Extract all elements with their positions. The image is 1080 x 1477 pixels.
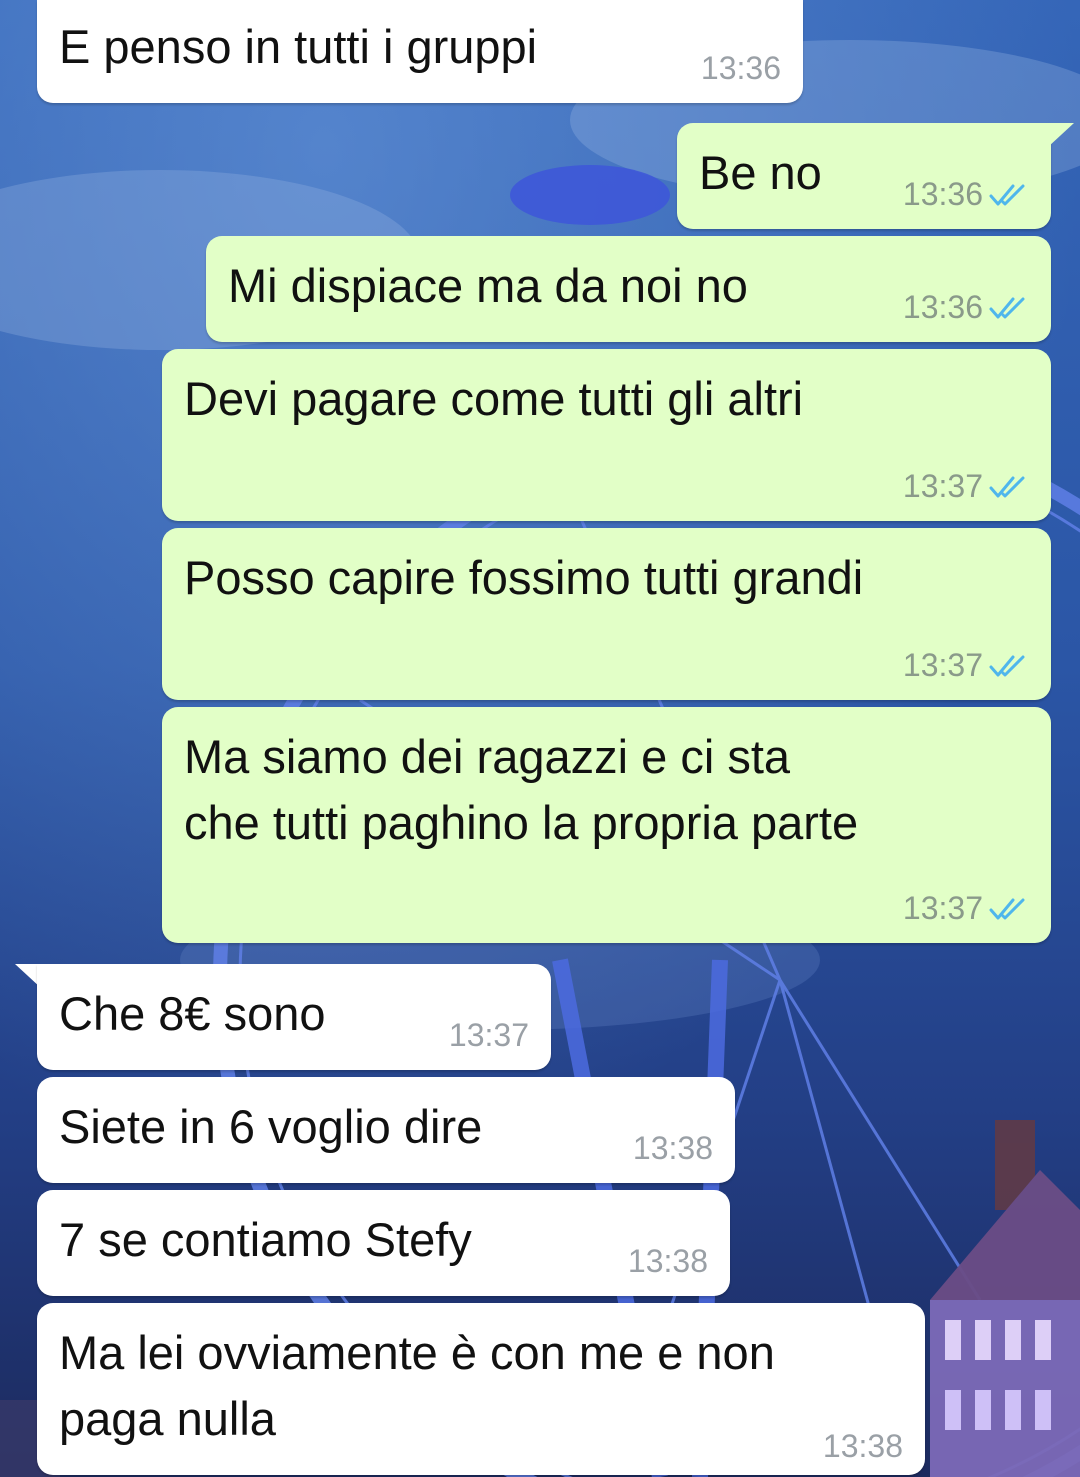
message-meta: 13:38 [628, 1243, 708, 1280]
message-timestamp: 13:38 [822, 1428, 903, 1464]
message-timestamp: 13:37 [902, 468, 983, 504]
message-timestamp: 13:37 [902, 647, 983, 683]
message-timestamp: 13:36 [902, 289, 983, 325]
message-bubble-outgoing[interactable]: Posso capire fossimo tutti grandi 13:37 [162, 528, 1051, 700]
message-meta: 13:36 [903, 176, 1029, 213]
message-meta: 13:37 [903, 890, 1029, 927]
double-check-icon [989, 297, 1025, 318]
message-timestamp: 13:37 [902, 890, 983, 926]
message-bubble-outgoing[interactable]: Ma siamo dei ragazzi e ci sta che tutti … [162, 707, 1051, 943]
message-meta: 13:38 [633, 1130, 713, 1167]
message-bubble-incoming[interactable]: 7 se contiamo Stefy 13:38 [37, 1190, 730, 1296]
message-text: E penso in tutti i gruppi [59, 20, 538, 73]
message-bubble-outgoing[interactable]: Mi dispiace ma da noi no 13:36 [206, 236, 1051, 342]
bubble-tail [1048, 123, 1074, 147]
message-text: Che 8€ sono [59, 987, 326, 1040]
message-timestamp: 13:38 [632, 1130, 713, 1166]
message-text: Devi pagare come tutti gli altri [184, 372, 804, 425]
chat-message-list[interactable]: E penso in tutti i gruppi 13:36 Be no 13… [0, 0, 1080, 1477]
message-bubble-outgoing[interactable]: Devi pagare come tutti gli altri 13:37 [162, 349, 1051, 521]
message-meta: 13:37 [903, 647, 1029, 684]
double-check-icon [989, 898, 1025, 919]
message-text: Posso capire fossimo tutti grandi [184, 551, 864, 604]
message-bubble-outgoing[interactable]: Be no 13:36 [677, 123, 1051, 229]
double-check-icon [989, 184, 1025, 205]
message-meta: 13:37 [903, 468, 1029, 505]
message-bubble-incoming[interactable]: E penso in tutti i gruppi 13:36 [37, 0, 803, 103]
message-meta: 13:37 [449, 1017, 529, 1054]
message-text: Mi dispiace ma da noi no [228, 259, 748, 312]
message-bubble-incoming[interactable]: Ma lei ovviamente è con me e non paga nu… [37, 1303, 925, 1475]
message-meta: 13:36 [701, 50, 781, 87]
message-text: Siete in 6 voglio dire [59, 1100, 483, 1153]
message-timestamp: 13:36 [700, 50, 781, 86]
message-text: Ma lei ovviamente è con me e non paga nu… [59, 1326, 775, 1445]
double-check-icon [989, 476, 1025, 497]
message-text: Ma siamo dei ragazzi e ci sta che tutti … [184, 730, 859, 849]
message-text: 7 se contiamo Stefy [59, 1213, 472, 1266]
message-meta: 13:36 [903, 289, 1029, 326]
message-bubble-incoming[interactable]: Che 8€ sono 13:37 [37, 964, 551, 1070]
message-timestamp: 13:36 [902, 176, 983, 212]
message-text: Be no [699, 146, 822, 199]
message-bubble-incoming[interactable]: Siete in 6 voglio dire 13:38 [37, 1077, 735, 1183]
message-timestamp: 13:38 [627, 1243, 708, 1279]
message-timestamp: 13:37 [448, 1017, 529, 1053]
double-check-icon [989, 655, 1025, 676]
message-meta: 13:38 [823, 1428, 903, 1465]
